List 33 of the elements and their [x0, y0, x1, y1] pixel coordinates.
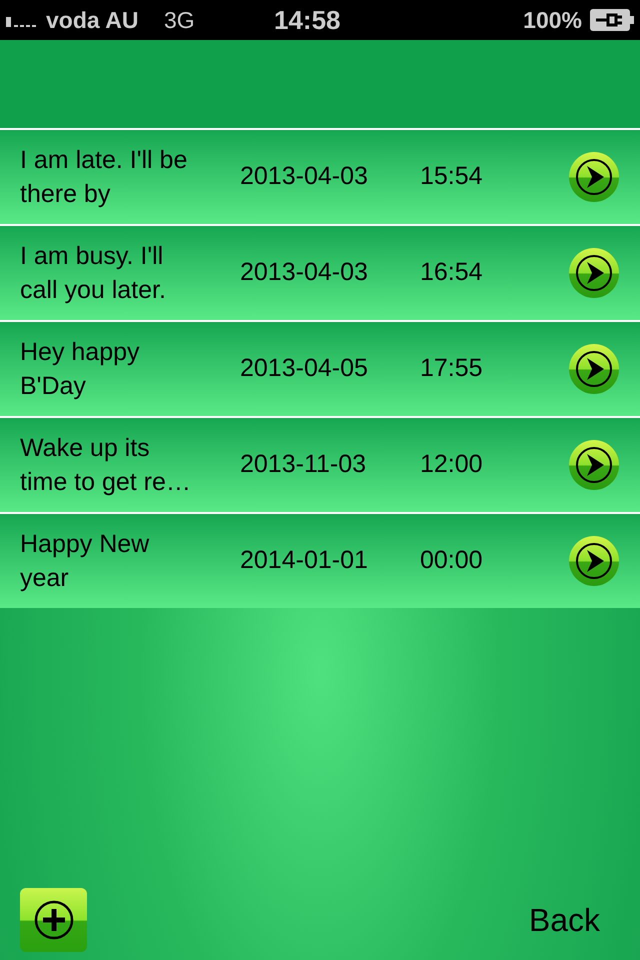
arrow-circle-icon[interactable]	[568, 439, 620, 491]
status-time: 14:58	[274, 4, 340, 36]
message-text: Wake up its time to get re…	[20, 433, 192, 498]
message-date: 2013-04-03	[240, 161, 369, 192]
message-time: 00:00	[420, 545, 484, 576]
message-row[interactable]: I am busy. I'll call you later. 2013-04-03 16:54	[0, 224, 640, 320]
message-text: I am busy. I'll call you later.	[20, 241, 167, 306]
message-text: Hey happy B'Day	[20, 337, 141, 402]
add-button[interactable]	[20, 888, 87, 952]
message-time: 12:00	[420, 449, 484, 480]
plus-icon	[34, 900, 74, 940]
arrow-circle-icon[interactable]	[568, 535, 620, 587]
battery-percent: 100%	[523, 6, 582, 35]
message-row[interactable]: Wake up its time to get re… 2013-11-03 12:00	[0, 416, 640, 512]
network-type: 3G	[164, 6, 196, 35]
carrier-name: voda AU	[46, 6, 140, 35]
message-date: 2013-04-05	[240, 353, 369, 384]
battery-icon	[590, 9, 634, 31]
message-row[interactable]: I am late. I'll be there by 2013-04-03 15:54	[0, 128, 640, 224]
back-button[interactable]: Back	[528, 896, 600, 944]
message-text: I am late. I'll be there by	[20, 145, 188, 210]
message-date: 2013-04-03	[240, 257, 369, 288]
message-row[interactable]: Happy New year 2014-01-01 00:00	[0, 512, 640, 608]
message-date: 2014-01-01	[240, 545, 369, 576]
message-time: 15:54	[420, 161, 484, 192]
message-time: 16:54	[420, 257, 484, 288]
message-row[interactable]: Hey happy B'Day 2013-04-05 17:55	[0, 320, 640, 416]
message-text: Happy New year	[20, 529, 150, 594]
arrow-circle-icon[interactable]	[568, 247, 620, 299]
arrow-circle-icon[interactable]	[568, 343, 620, 395]
message-time: 17:55	[420, 353, 484, 384]
arrow-circle-icon[interactable]	[568, 151, 620, 203]
message-date: 2013-11-03	[240, 449, 368, 480]
